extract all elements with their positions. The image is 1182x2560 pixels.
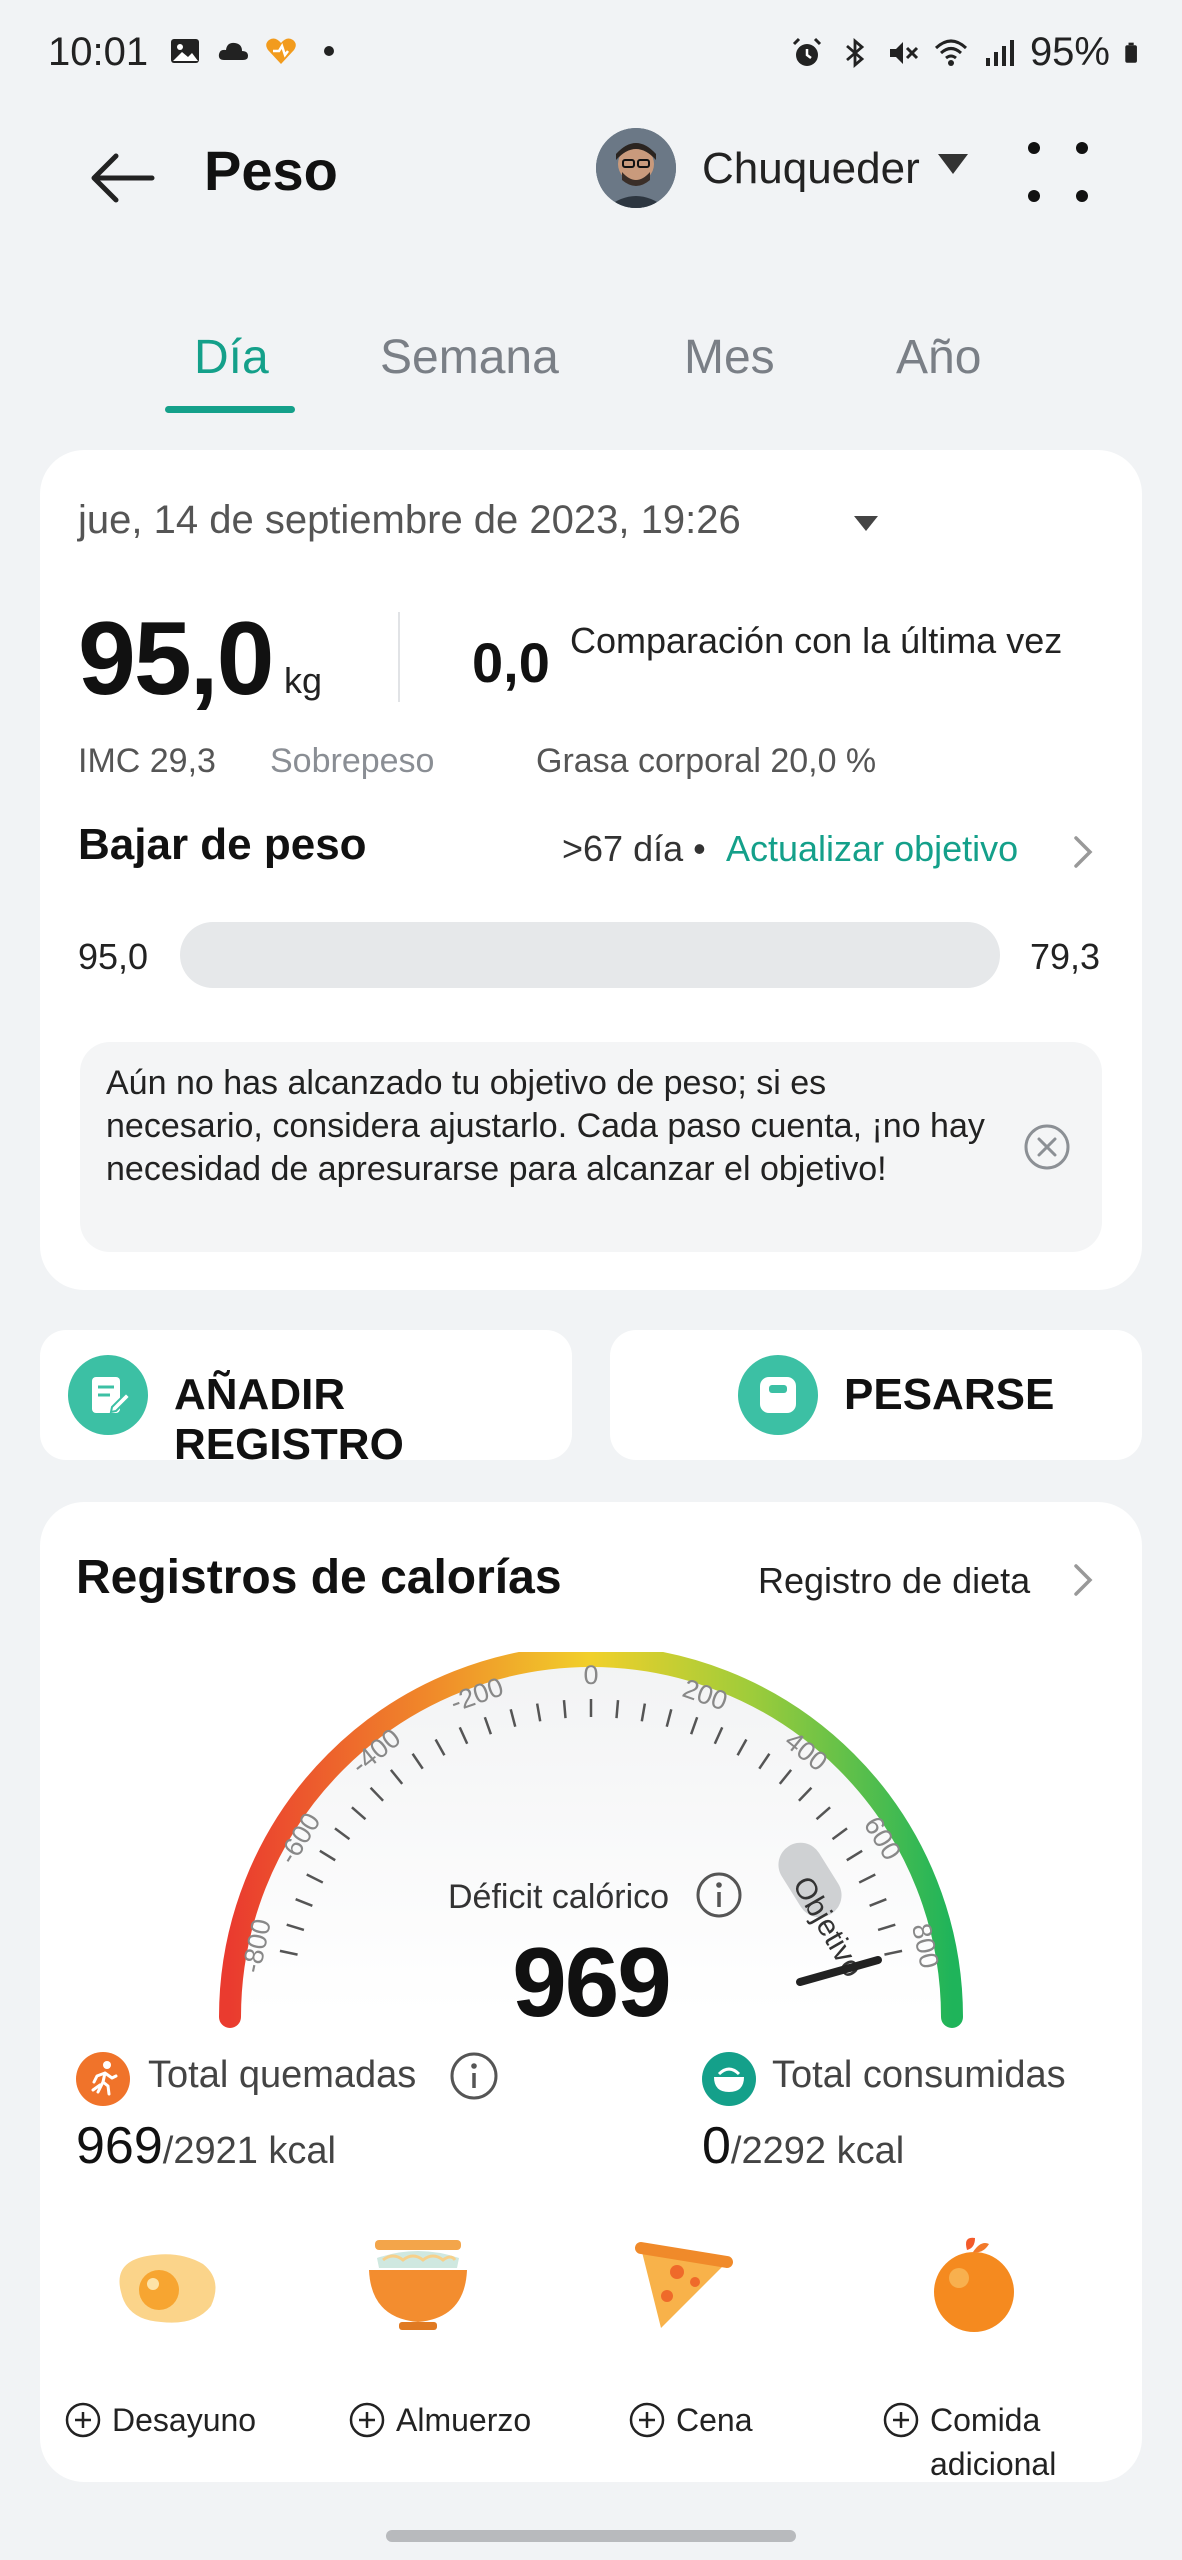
gauge-tick: [562, 1700, 567, 1719]
add-lunch[interactable]: Almuerzo: [348, 2398, 531, 2442]
wifi-icon: [934, 39, 967, 66]
scale-icon: [738, 1355, 818, 1435]
tip-box: Aún no has alcanzado tu objetivo de peso…: [80, 1042, 1102, 1252]
close-circle-icon[interactable]: [1022, 1122, 1072, 1172]
orange-icon: [934, 2237, 1014, 2332]
consumed-label: Total consumidas: [772, 2054, 1066, 2096]
tab-mes[interactable]: Mes: [684, 330, 775, 385]
deficit-label: Déficit calórico: [448, 1878, 670, 1916]
goal-title: Bajar de peso: [78, 820, 367, 869]
burned-amount: 969: [76, 2117, 163, 2175]
diet-log-link[interactable]: Registro de dieta: [758, 1560, 1030, 1602]
app-header: Peso Chuqueder: [0, 110, 1182, 230]
bowl-icon: [369, 2240, 467, 2330]
signal-icon: [985, 39, 1014, 66]
tab-ano[interactable]: Año: [896, 330, 981, 385]
update-goal-link[interactable]: Actualizar objetivo: [726, 828, 1018, 870]
add-dinner[interactable]: Cena: [628, 2398, 753, 2442]
burned-value: 969/2921 kcal: [76, 2116, 336, 2176]
meal-label: Comida adicional: [930, 2402, 1057, 2482]
weight-difference: 0,0: [472, 631, 550, 694]
weight-card: jue, 14 de septiembre de 2023, 19:26 95,…: [40, 450, 1142, 1290]
consumed-total: /2292 kcal: [730, 2130, 905, 2172]
egg-icon: [119, 2254, 216, 2323]
meal-label: Almuerzo: [396, 2402, 532, 2438]
add-circle-icon: [629, 2402, 665, 2438]
calories-card: Registros de calorías Registro de dieta …: [40, 1502, 1142, 2482]
status-left-icons: [168, 34, 346, 68]
goal-days: >67 día •: [562, 828, 706, 869]
burned-total: /2921 kcal: [162, 2130, 336, 2172]
meal-lunch[interactable]: Almuerzo: [298, 2222, 538, 2462]
body-fat: Grasa corporal 20,0 %: [536, 742, 877, 780]
meal-label: Cena: [676, 2402, 753, 2438]
weight-difference-label: Comparación con la última vez: [570, 620, 1063, 661]
chevron-right-icon[interactable]: [1070, 832, 1096, 872]
datetime-dropdown-icon[interactable]: [854, 516, 878, 531]
tab-active-indicator: [165, 406, 295, 413]
bowl-small-icon: [702, 2052, 756, 2106]
avatar[interactable]: [596, 128, 676, 208]
page-title: Peso: [204, 139, 338, 202]
tab-semana[interactable]: Semana: [380, 330, 559, 385]
avatar-image: [596, 128, 676, 208]
alarm-icon: [792, 37, 821, 66]
progress-start: 95,0: [78, 936, 149, 977]
add-circle-icon: [349, 2402, 385, 2438]
user-dropdown-icon[interactable]: [938, 154, 968, 174]
consumed-amount: 0: [702, 2117, 731, 2175]
meal-snack[interactable]: Comida adicional: [854, 2222, 1094, 2482]
weight-unit: kg: [284, 660, 323, 701]
gallery-icon: [171, 39, 199, 63]
period-tabs: Día Semana Mes Año: [0, 320, 1182, 420]
weight-value: 95,0: [78, 601, 274, 717]
health-app-icon: [266, 38, 296, 64]
chevron-right-icon[interactable]: [1070, 1560, 1096, 1600]
meal-label: Desayuno: [112, 2402, 257, 2438]
status-time: 10:01: [48, 30, 149, 74]
back-arrow-icon[interactable]: [82, 138, 162, 218]
notepad-icon: [68, 1355, 148, 1435]
weigh-label: PESARSE: [844, 1370, 1055, 1419]
calories-title: Registros de calorías: [76, 1551, 562, 1604]
home-indicator[interactable]: [386, 2530, 796, 2542]
add-snack[interactable]: Comida adicional: [882, 2398, 1070, 2486]
tab-dia[interactable]: Día: [194, 330, 269, 385]
status-right-icons: 95%: [790, 30, 1146, 75]
weigh-button[interactable]: PESARSE: [610, 1330, 1142, 1460]
tip-text: Aún no has alcanzado tu objetivo de peso…: [106, 1064, 985, 1188]
gauge-tick: [615, 1700, 620, 1719]
progress-end: 79,3: [1030, 936, 1101, 977]
consumed-value: 0/2292 kcal: [702, 2116, 904, 2176]
record-datetime[interactable]: jue, 14 de septiembre de 2023, 19:26: [78, 498, 741, 543]
meal-breakfast[interactable]: Desayuno: [44, 2222, 284, 2462]
running-icon: [76, 2052, 130, 2106]
mute-icon: [889, 41, 918, 64]
info-icon[interactable]: [448, 2050, 500, 2102]
battery-icon: [1125, 42, 1137, 63]
add-circle-icon: [883, 2402, 919, 2438]
bluetooth-icon: [846, 37, 865, 68]
battery-percent: 95%: [1029, 30, 1110, 74]
add-breakfast[interactable]: Desayuno: [64, 2398, 256, 2442]
user-name[interactable]: Chuqueder: [702, 144, 920, 194]
goal-progress-bar: [180, 922, 1000, 988]
add-circle-icon: [65, 2402, 101, 2438]
add-record-label: AÑADIR REGISTRO: [174, 1370, 404, 1469]
pizza-icon: [635, 2242, 733, 2328]
status-bar: 10:01 95%: [0, 0, 1182, 110]
gauge-tick-label: 0: [583, 1660, 598, 1690]
meal-dinner[interactable]: Cena: [560, 2222, 800, 2462]
imc-value: IMC 29,3: [78, 742, 216, 780]
cloud-icon: [218, 42, 248, 60]
deficit-value: 969: [512, 1927, 672, 2037]
info-icon[interactable]: [694, 1870, 744, 1920]
imc-status: Sobrepeso: [270, 742, 435, 780]
dot-icon: [324, 46, 334, 56]
divider: [398, 612, 400, 702]
more-options-icon[interactable]: [1020, 134, 1096, 210]
add-record-button[interactable]: AÑADIR REGISTRO: [40, 1330, 572, 1469]
burned-label: Total quemadas: [148, 2054, 417, 2096]
